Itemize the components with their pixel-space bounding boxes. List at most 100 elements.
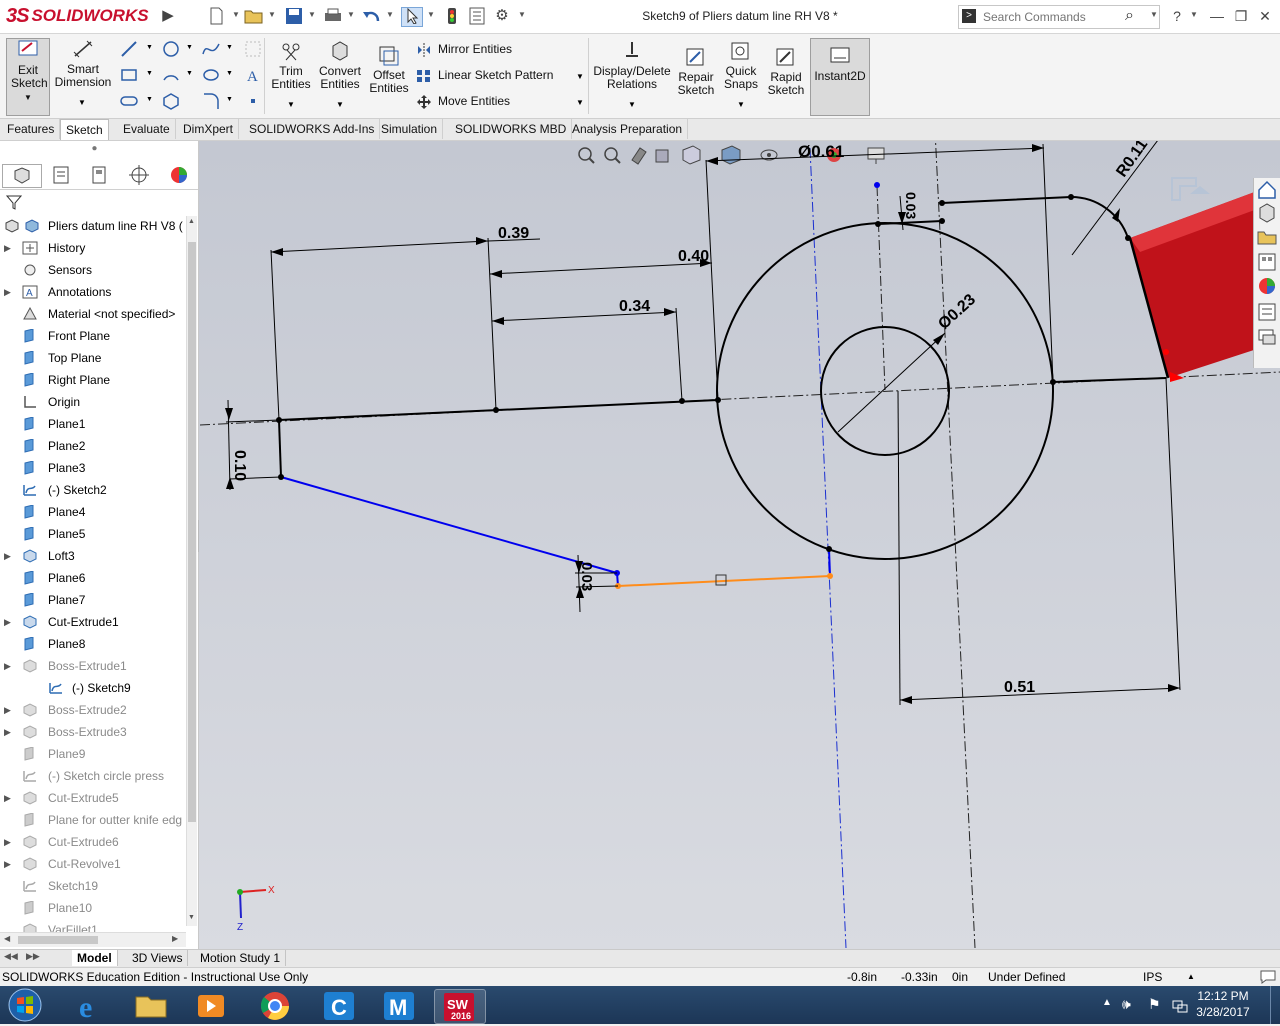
expand-arrow-icon[interactable]: ▶ (4, 655, 14, 677)
convert-entities-button[interactable]: Convert Entities (316, 40, 364, 100)
undo-icon[interactable] (362, 7, 382, 25)
file-properties-icon[interactable] (467, 7, 487, 25)
units-selector[interactable]: IPS (1143, 968, 1162, 986)
view-settings-icon[interactable] (867, 147, 885, 164)
tree-item[interactable]: ▶ Cut-Extrude1 (0, 611, 186, 633)
chevron-down-icon[interactable]: ▼ (576, 98, 584, 107)
scroll-left-arrow-icon[interactable]: ◀ (4, 934, 10, 943)
chevron-down-icon[interactable]: ▼ (347, 10, 355, 19)
tree-item[interactable]: ▶ Loft3 (0, 545, 186, 567)
media-player-icon[interactable] (186, 989, 236, 1022)
options-gear-icon[interactable]: ⚙ (492, 7, 512, 25)
help-icon[interactable]: ? (1166, 6, 1188, 26)
search-icon[interactable]: ⌕ (1125, 7, 1134, 25)
view-orientation-icon[interactable] (682, 145, 701, 165)
tree-item[interactable]: Plane8 (0, 633, 186, 655)
save-icon[interactable] (284, 7, 304, 25)
chevron-down-icon[interactable]: ▼ (226, 44, 233, 51)
open-folder-icon[interactable] (244, 7, 264, 25)
smart-dimension-button[interactable]: Smart Dimension (54, 38, 112, 89)
chevron-down-icon[interactable]: ▼ (576, 72, 584, 81)
point-tool-icon[interactable] (244, 92, 262, 110)
internet-explorer-icon[interactable]: e (66, 989, 116, 1024)
circle-tool-icon[interactable] (162, 40, 180, 58)
repair-sketch-button[interactable]: Repair Sketch (676, 46, 716, 106)
solidworks-logo[interactable]: 3S SOLIDWORKS (6, 4, 149, 28)
right-baseline-segment[interactable] (1052, 377, 1167, 383)
show-desktop-button[interactable] (1270, 986, 1280, 1024)
quick-snaps-button[interactable]: Quick Snaps (722, 40, 760, 100)
rectangle-tool-icon[interactable] (120, 66, 138, 84)
tree-item[interactable]: Right Plane (0, 369, 186, 391)
scroll-up-arrow-icon[interactable]: ▲ (188, 218, 195, 225)
expand-arrow-icon[interactable]: ▶ (4, 611, 14, 633)
tree-item[interactable]: Sketch19 (0, 875, 186, 897)
left-vertical-segment[interactable] (278, 419, 282, 478)
search-commands[interactable]: > ⌕ (958, 5, 1160, 29)
tree-item[interactable]: Plane6 (0, 567, 186, 589)
chevron-down-icon[interactable]: ▼ (146, 70, 153, 77)
fillet-tool-icon[interactable] (202, 92, 220, 110)
expand-arrow-icon[interactable]: ▶ (4, 787, 14, 809)
tree-item[interactable]: ▶ Boss-Extrude2 (0, 699, 186, 721)
orange-end-point-right[interactable] (827, 573, 833, 579)
dimension-text[interactable]: 0.10 (231, 450, 248, 481)
tab-scroll-right-icon[interactable]: ▶▶ (26, 951, 40, 962)
tree-item[interactable]: Plane7 (0, 589, 186, 611)
chrome-icon[interactable] (250, 989, 300, 1022)
red-point[interactable] (1163, 349, 1169, 355)
taskbar-clock[interactable]: 12:12 PM 3/28/2017 (1188, 988, 1258, 1020)
previous-view-icon[interactable] (631, 147, 647, 165)
tree-item[interactable]: Front Plane (0, 325, 186, 347)
dimension-text[interactable]: Ø0.23 (935, 291, 979, 333)
feature-tree-vertical-scrollbar[interactable]: ▲ ▼ (186, 216, 197, 926)
configuration-manager-tab-icon[interactable] (80, 164, 118, 186)
zoom-to-area-icon[interactable] (604, 147, 621, 164)
tree-item[interactable]: Plane9 (0, 743, 186, 765)
tab-model[interactable]: Model (72, 950, 118, 966)
chevron-down-icon[interactable]: ▼ (146, 44, 153, 51)
scrollbar-thumb[interactable] (188, 242, 196, 822)
tree-item[interactable]: (-) Sketch9 (0, 677, 186, 699)
scroll-down-arrow-icon[interactable]: ▼ (188, 914, 195, 921)
polygon-tool-icon[interactable] (162, 92, 180, 110)
windows-start-button-icon[interactable] (6, 988, 44, 1022)
trim-entities-button[interactable]: Trim Entities (270, 40, 312, 100)
chevron-down-icon[interactable]: ▼ (737, 100, 745, 109)
filter-funnel-icon[interactable] (6, 194, 22, 210)
display-manager-tab-icon[interactable] (160, 164, 198, 186)
chevron-down-icon[interactable]: ▼ (1190, 10, 1198, 19)
tree-item[interactable]: ▶ Cut-Extrude6 (0, 831, 186, 853)
blue-point[interactable] (874, 182, 880, 188)
sketch-canvas[interactable]: 0.39 0.40 0.34 0.10 0.03 0.51 Ø0.61 Ø0.2… (199, 141, 1280, 949)
dimension-text[interactable]: 0.03 (578, 562, 595, 591)
rebuild-traffic-light-icon[interactable] (442, 7, 462, 25)
tree-item[interactable]: ▶ History (0, 237, 186, 259)
volume-icon[interactable]: 🕪 (1122, 996, 1131, 1013)
confirmation-arrow-icon[interactable] (1190, 186, 1210, 194)
chevron-down-icon[interactable]: ▼ (308, 10, 316, 19)
tree-item[interactable]: (-) Sketch circle press (0, 765, 186, 787)
circle-center-centerline[interactable] (876, 185, 886, 391)
tab-solidworks-mbd[interactable]: SOLIDWORKS MBD (450, 119, 573, 139)
blue-sloped-line[interactable] (280, 476, 618, 574)
chevron-down-icon[interactable]: ▼ (146, 96, 153, 103)
move-entities-button[interactable]: Move Entities (416, 92, 510, 110)
restore-window-icon[interactable]: ❐ (1230, 6, 1252, 26)
dimension-text[interactable]: Ø0.61 (798, 142, 844, 161)
chevron-down-icon[interactable]: ▼ (427, 10, 435, 19)
chevron-up-icon[interactable]: ▲ (1187, 968, 1195, 986)
tab-3d-views[interactable]: 3D Views (127, 950, 189, 966)
select-cursor-icon[interactable] (401, 7, 423, 27)
spline-tool-icon[interactable] (202, 40, 220, 58)
tree-item[interactable]: Plane for outter knife edg (0, 809, 186, 831)
tab-dimxpert[interactable]: DimXpert (178, 119, 240, 139)
tree-item[interactable]: Material <not specified> (0, 303, 186, 325)
search-input[interactable] (981, 8, 1125, 26)
dimension-text[interactable]: 0.51 (1004, 679, 1035, 696)
tree-item[interactable]: Top Plane (0, 347, 186, 369)
display-delete-relations-button[interactable]: Display/Delete Relations (592, 40, 672, 100)
action-center-icon[interactable]: ⚑ (1148, 996, 1161, 1013)
confirmation-corner-icon[interactable] (1171, 177, 1197, 201)
tree-item[interactable]: Plane3 (0, 457, 186, 479)
